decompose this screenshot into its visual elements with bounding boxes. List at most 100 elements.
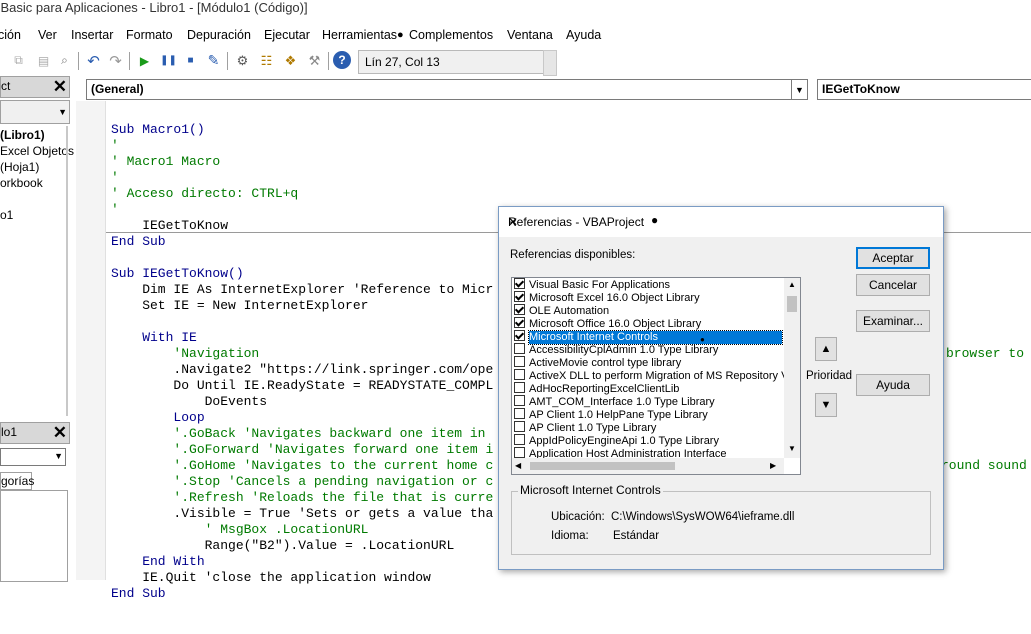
tree-item-workbook[interactable]: (Libro1) — [0, 128, 45, 142]
object-browser-icon[interactable]: ❖ — [282, 52, 299, 69]
checkbox[interactable] — [514, 317, 525, 328]
list-item[interactable]: AMT_COM_Interface 1.0 Type Library — [514, 395, 782, 408]
list-item[interactable]: Microsoft Office 16.0 Object Library — [514, 317, 782, 330]
chevron-down-icon[interactable]: ▼ — [791, 80, 807, 99]
list-item[interactable]: AppIdPolicyEngineApi 1.0 Type Library — [514, 434, 782, 447]
help-icon[interactable]: ? — [333, 51, 351, 69]
copy-icon[interactable]: ⧉ — [10, 52, 27, 69]
list-item[interactable]: Visual Basic For Applications — [514, 278, 782, 291]
code-overflow-text: browser to — [946, 346, 1025, 361]
list-item[interactable]: AP Client 1.0 HelpPane Type Library — [514, 408, 782, 421]
checkbox[interactable] — [514, 304, 525, 315]
pause-icon[interactable]: ❚❚ — [160, 52, 177, 69]
checkbox[interactable] — [514, 434, 525, 445]
checkbox[interactable] — [514, 278, 525, 289]
chevron-left-icon[interactable]: ◀ — [515, 461, 521, 470]
procedure-combo-value: IEGetToKnow — [822, 82, 900, 96]
menu-ver[interactable]: Ver — [38, 28, 57, 42]
menu-formato[interactable]: Formato — [126, 28, 173, 42]
code-line: .Navigate2 "https://link.springer.com/op… — [111, 362, 494, 377]
toolbar-separator — [129, 52, 130, 70]
object-dropdown[interactable]: ▼ — [0, 448, 66, 466]
menu-depuracion[interactable]: Depuración — [187, 28, 251, 42]
chevron-right-icon[interactable]: ▶ — [770, 461, 776, 470]
menu-ejecutar[interactable]: Ejecutar — [264, 28, 310, 42]
accept-button[interactable]: Aceptar — [856, 247, 930, 269]
browse-button[interactable]: Examinar... — [856, 310, 930, 332]
cursor-dot-icon: ● — [700, 335, 705, 344]
checkbox[interactable] — [514, 382, 525, 393]
code-overflow-text: round sound — [941, 458, 1027, 473]
close-icon[interactable]: ✕ — [53, 77, 67, 97]
chevron-up-icon[interactable]: ▲ — [788, 280, 796, 289]
checkbox[interactable] — [514, 291, 525, 302]
horizontal-scrollbar[interactable]: ◀ ▶ — [512, 458, 784, 474]
code-line: End Sub — [111, 234, 166, 249]
project-panel-title: ct — [1, 79, 11, 93]
tree-item-thisworkbook[interactable]: orkbook — [0, 176, 43, 190]
object-combo[interactable]: (General) ▼ — [86, 79, 808, 100]
checkbox[interactable] — [514, 421, 525, 432]
cancel-button[interactable]: Cancelar — [856, 274, 930, 296]
checkbox[interactable] — [514, 343, 525, 354]
menu-insertar[interactable]: Insertar — [71, 28, 113, 42]
object-combo-value: (General) — [91, 82, 144, 96]
paste-icon[interactable]: ▤ — [35, 52, 52, 69]
scroll-thumb[interactable] — [787, 296, 797, 312]
checkbox[interactable] — [514, 408, 525, 419]
code-line: .Visible = True 'Sets or gets a value th… — [111, 506, 494, 521]
menu-ayuda[interactable]: Ayuda — [566, 28, 601, 42]
design-mode-icon[interactable]: ✎ — [205, 52, 222, 69]
redo-icon[interactable]: ↷ — [107, 52, 124, 70]
stop-icon[interactable]: ■ — [182, 52, 199, 69]
close-icon[interactable]: ✕ — [53, 423, 67, 443]
undo-icon[interactable]: ↶ — [85, 52, 102, 70]
chevron-down-icon[interactable]: ▼ — [788, 444, 796, 453]
tree-item-sheet1[interactable]: (Hoja1) — [0, 160, 39, 174]
code-line: '.GoForward 'Navigates forward one item … — [111, 442, 494, 457]
help-button[interactable]: Ayuda — [856, 374, 930, 396]
toolbox-icon[interactable]: ⚒ — [306, 52, 323, 69]
code-line: '.GoBack 'Navigates backward one item in — [111, 426, 486, 441]
tree-item-module1[interactable]: o1 — [0, 208, 13, 222]
menu-complementos[interactable]: Complementos — [409, 28, 493, 42]
project-explorer-icon[interactable]: ⚙ — [234, 52, 251, 69]
scroll-down-icon[interactable]: ▼ — [58, 107, 67, 117]
priority-up-button[interactable]: ▲ — [815, 337, 837, 361]
vertical-scrollbar[interactable]: ▲ ▼ — [784, 278, 800, 458]
references-list[interactable]: Visual Basic For Applications Microsoft … — [511, 277, 801, 475]
code-line: '.Refresh 'Reloads the file that is curr… — [111, 490, 494, 505]
close-icon[interactable]: ✕ — [508, 215, 934, 229]
menu-ventana[interactable]: Ventana — [507, 28, 553, 42]
checkbox[interactable] — [514, 330, 525, 341]
toolbar-grip[interactable] — [543, 50, 557, 76]
list-item[interactable]: AdHocReportingExcelClientLib — [514, 382, 782, 395]
properties-window-icon[interactable]: ☷ — [258, 52, 275, 69]
find-icon[interactable]: ⌕ — [56, 52, 73, 69]
scroll-thumb[interactable] — [530, 462, 675, 470]
tree-item-excel-objects[interactable]: Excel Objetos — [0, 144, 74, 158]
code-line: Range("B2").Value = .LocationURL — [111, 538, 455, 553]
list-item[interactable]: ActiveX DLL to perform Migration of MS R… — [514, 369, 791, 382]
list-item[interactable]: OLE Automation — [514, 304, 782, 317]
procedure-combo[interactable]: IEGetToKnow — [817, 79, 1031, 100]
project-explorer-panel: ct ✕ ▼ (Libro1) Excel Objetos (Hoja1) or… — [0, 76, 74, 416]
menu-herramientas[interactable]: Herramientas — [322, 28, 397, 42]
list-item[interactable]: AP Client 1.0 Type Library — [514, 421, 782, 434]
checkbox[interactable] — [514, 369, 525, 380]
tab-categories[interactable]: gorías — [0, 472, 34, 490]
checkbox[interactable] — [514, 395, 525, 406]
list-item[interactable]: AccessibilityCplAdmin 1.0 Type Library — [514, 343, 782, 356]
menu-edicion[interactable]: ción — [0, 28, 21, 42]
dialog-title-bar: Referencias - VBAProject ● ✕ — [499, 207, 943, 237]
checkbox[interactable] — [514, 356, 525, 367]
reference-name: AP Client 1.0 HelpPane Type Library — [529, 409, 708, 421]
language-label: Idioma: — [551, 530, 589, 542]
checkbox[interactable] — [514, 447, 525, 458]
priority-down-button[interactable]: ▼ — [815, 393, 837, 417]
list-item[interactable]: ActiveMovie control type library — [514, 356, 782, 369]
list-item-selected[interactable]: Microsoft Internet Controls — [514, 330, 783, 345]
arrow-up-icon: ▲ — [820, 343, 832, 355]
list-item[interactable]: Microsoft Excel 16.0 Object Library — [514, 291, 782, 304]
run-icon[interactable]: ▶ — [136, 52, 153, 69]
